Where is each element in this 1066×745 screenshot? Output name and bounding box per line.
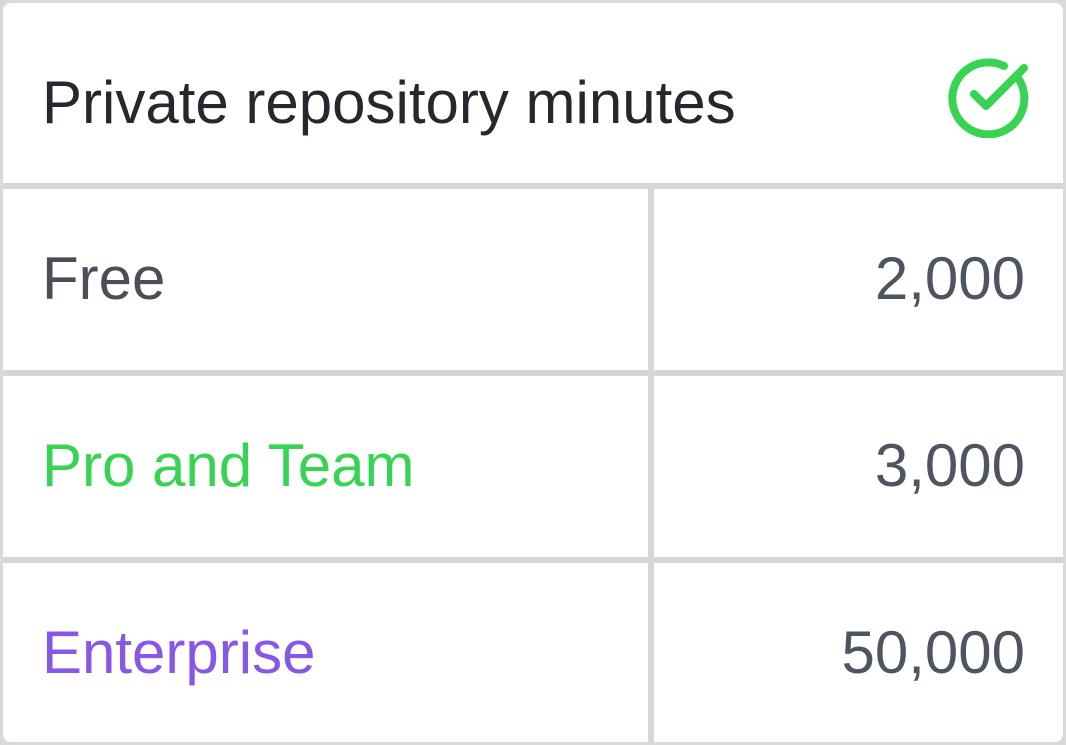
plan-minutes-free: 2,000 bbox=[874, 245, 1025, 312]
plan-minutes-enterprise: 50,000 bbox=[841, 619, 1025, 686]
table-row-pro-and-team: Pro and Team 3,000 bbox=[3, 376, 1063, 557]
table-header: Private repository minutes bbox=[3, 3, 1063, 183]
plan-name-pro-and-team: Pro and Team bbox=[42, 432, 415, 499]
plan-name-enterprise: Enterprise bbox=[42, 619, 316, 686]
plan-name-free: Free bbox=[42, 245, 166, 312]
check-circle-icon bbox=[948, 58, 1029, 138]
table-row-free: Free 2,000 bbox=[3, 189, 1063, 370]
minutes-table: Private repository minutes Free 2,000 Pr… bbox=[3, 3, 1063, 742]
plan-minutes-pro-and-team: 3,000 bbox=[874, 432, 1025, 499]
table-row-enterprise: Enterprise 50,000 bbox=[3, 563, 1063, 742]
table-title: Private repository minutes bbox=[42, 69, 736, 136]
